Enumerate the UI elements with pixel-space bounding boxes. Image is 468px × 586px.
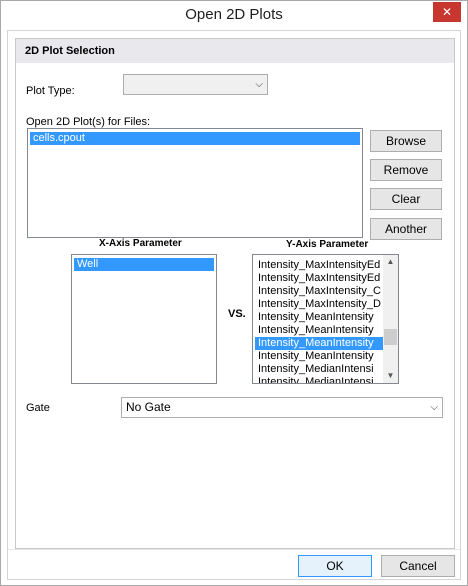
gate-value: No Gate bbox=[126, 400, 171, 414]
vs-label: VS. bbox=[228, 308, 246, 320]
files-label: Open 2D Plot(s) for Files: bbox=[26, 116, 151, 128]
list-item[interactable]: Intensity_MaxIntensityEd bbox=[255, 272, 384, 285]
list-item[interactable]: cells.cpout bbox=[30, 132, 360, 145]
close-button[interactable]: ✕ bbox=[433, 2, 461, 22]
list-item[interactable]: Intensity_MeanIntensity bbox=[255, 350, 384, 363]
y-axis-listbox[interactable]: Intensity_MaxIntensityEd Intensity_MaxIn… bbox=[252, 254, 399, 384]
plot-type-dropdown[interactable]: ⌵ bbox=[123, 74, 268, 95]
scroll-up-icon[interactable]: ▲ bbox=[383, 255, 398, 269]
gate-label: Gate bbox=[26, 402, 50, 414]
title-bar: Open 2D Plots ✕ bbox=[1, 1, 467, 30]
open-2d-plots-dialog: Open 2D Plots ✕ 2D Plot Selection Plot T… bbox=[0, 0, 468, 586]
list-item[interactable]: Well bbox=[74, 258, 214, 271]
chevron-down-icon: ⌵ bbox=[430, 402, 438, 413]
list-item[interactable]: Intensity_MaxIntensity_D bbox=[255, 298, 384, 311]
clear-button[interactable]: Clear bbox=[370, 188, 442, 210]
y-axis-label: Y-Axis Parameter bbox=[286, 239, 369, 250]
list-item[interactable]: Intensity_MedianIntensi bbox=[255, 376, 384, 383]
footer-divider bbox=[8, 549, 460, 550]
plot-selection-group: 2D Plot Selection Plot Type: ⌵ Open 2D P… bbox=[15, 38, 455, 549]
dialog-client-area: 2D Plot Selection Plot Type: ⌵ Open 2D P… bbox=[7, 30, 461, 580]
x-axis-listbox[interactable]: Well bbox=[71, 254, 217, 384]
another-button[interactable]: Another bbox=[370, 218, 442, 240]
list-item[interactable]: Intensity_MeanIntensity bbox=[255, 337, 384, 350]
list-item[interactable]: Intensity_MedianIntensi bbox=[255, 363, 384, 376]
scroll-down-icon[interactable]: ▼ bbox=[383, 369, 398, 383]
close-icon: ✕ bbox=[441, 5, 453, 19]
chevron-down-icon: ⌵ bbox=[255, 79, 263, 90]
window-title: Open 2D Plots bbox=[185, 6, 283, 23]
gate-dropdown[interactable]: No Gate ⌵ bbox=[121, 397, 443, 418]
list-item[interactable]: Intensity_MaxIntensity_C bbox=[255, 285, 384, 298]
x-axis-label: X-Axis Parameter bbox=[99, 238, 182, 249]
browse-button[interactable]: Browse bbox=[370, 130, 442, 152]
group-header: 2D Plot Selection bbox=[16, 39, 454, 63]
cancel-button[interactable]: Cancel bbox=[381, 555, 455, 577]
list-item[interactable]: Intensity_MaxIntensityEd bbox=[255, 259, 384, 272]
ok-button[interactable]: OK bbox=[298, 555, 372, 577]
scroll-thumb[interactable] bbox=[384, 329, 397, 345]
list-item[interactable]: Intensity_MeanIntensity bbox=[255, 324, 384, 337]
remove-button[interactable]: Remove bbox=[370, 159, 442, 181]
y-axis-scrollbar[interactable]: ▲ ▼ bbox=[383, 255, 398, 383]
plot-type-label: Plot Type: bbox=[26, 85, 75, 97]
files-listbox[interactable]: cells.cpout bbox=[27, 128, 363, 238]
list-item[interactable]: Intensity_MeanIntensity bbox=[255, 311, 384, 324]
